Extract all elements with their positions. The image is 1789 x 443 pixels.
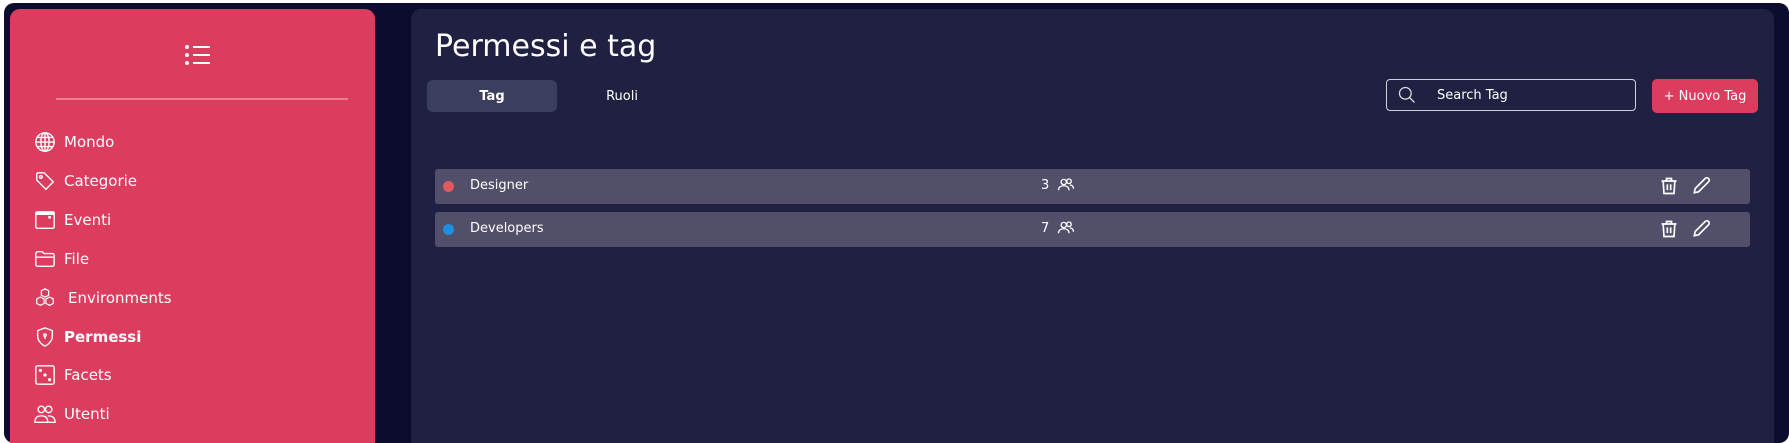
tab-ruoli[interactable]: Ruoli — [557, 80, 687, 112]
tag-name: Designer — [470, 178, 529, 193]
sidebar: Mondo Categorie Eventi File Environments… — [10, 9, 375, 443]
sidebar-item-label: Permessi — [64, 328, 142, 346]
search-icon — [1398, 86, 1415, 103]
pencil-icon[interactable] — [1691, 176, 1711, 196]
tag-icon — [36, 172, 55, 191]
folder-icon — [35, 250, 55, 268]
sidebar-item-label: File — [64, 250, 90, 268]
sidebar-item-label: Eventi — [64, 211, 112, 229]
trash-icon[interactable] — [1659, 176, 1679, 196]
new-tag-button[interactable]: + Nuovo Tag — [1652, 79, 1758, 113]
tag-color-dot — [443, 224, 454, 235]
sidebar-item-environments[interactable]: Environments — [34, 284, 172, 312]
sidebar-item-label: Categorie — [64, 172, 138, 190]
sidebar-item-utenti[interactable]: Utenti — [34, 400, 110, 428]
sidebar-item-eventi[interactable]: Eventi — [34, 206, 111, 234]
shield-icon — [36, 327, 54, 347]
dice-icon — [35, 365, 55, 385]
sidebar-item-permessi[interactable]: Permessi — [34, 323, 141, 351]
sidebar-item-label: Mondo — [64, 133, 115, 151]
sidebar-item-facets[interactable]: Facets — [34, 361, 112, 389]
sidebar-item-file[interactable]: File — [34, 245, 89, 273]
sidebar-item-label: Utenti — [64, 405, 110, 423]
sidebar-divider — [56, 98, 348, 100]
tag-color-dot — [443, 181, 454, 192]
pencil-icon[interactable] — [1691, 219, 1711, 239]
table-row[interactable]: Developers 7 — [435, 212, 1750, 247]
tab-tag[interactable]: Tag — [427, 80, 557, 112]
calendar-window-icon — [35, 211, 55, 229]
trash-icon[interactable] — [1659, 219, 1679, 239]
users-icon — [1057, 221, 1075, 234]
menu-toggle-icon[interactable] — [185, 45, 211, 65]
main-panel: Permessi e tag Tag Ruoli + Nuovo Tag Des… — [411, 9, 1774, 443]
search-input[interactable] — [1437, 87, 1627, 103]
sidebar-item-mondo[interactable]: Mondo — [34, 128, 114, 156]
tag-user-count: 3 — [1041, 178, 1050, 193]
sidebar-item-categorie[interactable]: Categorie — [34, 167, 137, 195]
globe-icon — [35, 132, 55, 152]
tag-name: Developers — [470, 221, 544, 236]
page-title: Permessi e tag — [435, 29, 657, 64]
search-box[interactable] — [1386, 79, 1636, 111]
sidebar-item-label: Environments — [68, 289, 172, 307]
sidebar-item-label: Facets — [64, 366, 112, 384]
users-icon — [1057, 178, 1075, 191]
tag-user-count: 7 — [1041, 221, 1050, 236]
users-icon — [34, 405, 56, 423]
table-row[interactable]: Designer 3 — [435, 169, 1750, 204]
cubes-icon — [36, 288, 54, 306]
